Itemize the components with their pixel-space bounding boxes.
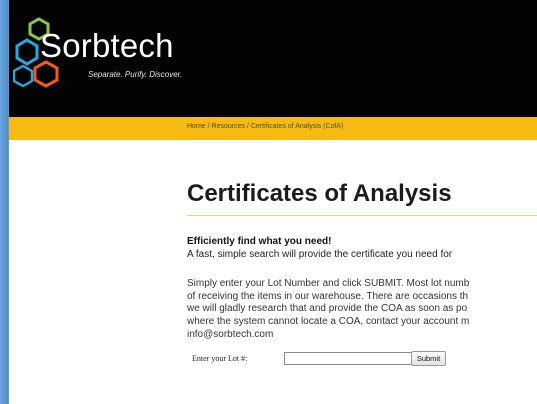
instructions-line: of receiving the items in our warehouse.… <box>187 290 469 302</box>
instructions-paragraph: Simply enter your Lot Number and click S… <box>187 278 537 342</box>
submit-button[interactable]: Submit <box>411 351 446 366</box>
site-header: Sorbtech Separate. Purify. Discover. <box>9 0 537 117</box>
breadcrumb-resources-link[interactable]: Resources <box>212 123 245 130</box>
lot-number-label: Enter your Lot #: <box>192 354 248 363</box>
section-subheading: Efficiently find what you need! <box>187 236 332 247</box>
instructions-line: we will gladly research that and provide… <box>187 303 468 315</box>
lead-text: A fast, simple search will provide the c… <box>187 249 453 260</box>
brand-wordmark[interactable]: Sorbtech <box>40 27 174 65</box>
contact-email-link[interactable]: info@sorbtech.com <box>187 329 537 342</box>
page-title: Certificates of Analysis <box>187 179 452 208</box>
breadcrumb-home-link[interactable]: Home <box>187 123 206 130</box>
instructions-line: where the system cannot locate a COA, co… <box>187 316 470 328</box>
brand-tagline: Separate. Purify. Discover. <box>88 70 183 79</box>
breadcrumb: Home / Resources / Certificates of Analy… <box>187 123 343 130</box>
lot-number-input[interactable] <box>284 352 412 365</box>
browser-page: Sorbtech Separate. Purify. Discover. Hom… <box>9 0 537 404</box>
breadcrumb-current: Certificates of Analysis (CofA) <box>250 123 344 130</box>
instructions-line: Simply enter your Lot Number and click S… <box>187 278 470 289</box>
title-divider <box>187 215 537 216</box>
